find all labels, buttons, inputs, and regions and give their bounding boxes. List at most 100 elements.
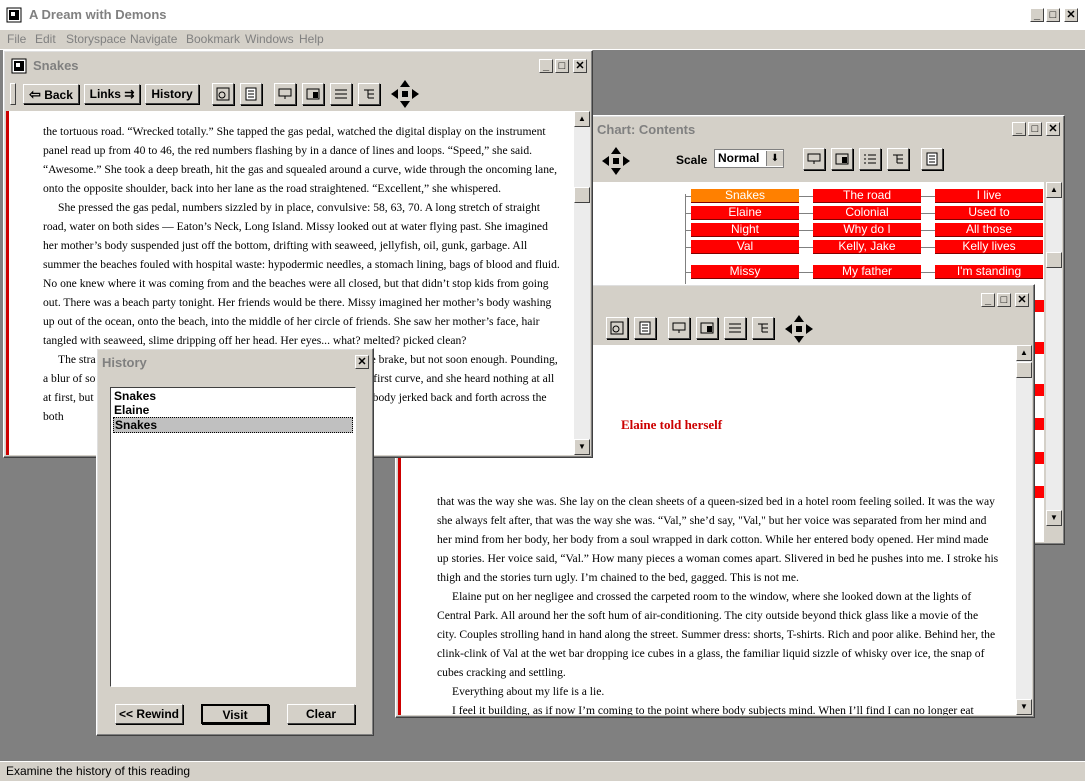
scroll-up-arrow-icon[interactable]: ▲ <box>574 111 590 127</box>
history-list-item[interactable]: Snakes <box>113 389 353 403</box>
chart-minimize-button[interactable]: _ <box>1012 122 1026 136</box>
elaine-close-button[interactable]: ✕ <box>1015 293 1029 307</box>
menu-storyspace[interactable]: Storyspace <box>66 32 126 46</box>
chart-close-button[interactable]: ✕ <box>1046 122 1060 136</box>
chart-maximize-button[interactable]: □ <box>1028 122 1042 136</box>
chart-node[interactable]: Elaine <box>691 206 799 220</box>
chart-node[interactable]: The road <box>813 189 921 203</box>
chart-link-line <box>799 247 813 248</box>
app-maximize-button[interactable]: □ <box>1046 8 1060 22</box>
chart-outline-view-icon[interactable] <box>859 148 881 170</box>
snakes-grid-view-icon[interactable] <box>302 83 324 105</box>
snakes-scrollbar[interactable]: ▲ ▼ <box>574 111 590 455</box>
chart-node[interactable]: Colonial <box>813 206 921 220</box>
menu-windows[interactable]: Windows <box>245 32 294 46</box>
chart-link-line <box>921 272 935 273</box>
hidden-node-edge <box>1034 300 1044 312</box>
app-minimize-button[interactable]: _ <box>1030 8 1044 22</box>
chart-link-line <box>799 213 813 214</box>
scale-select[interactable]: Normal ⬇ <box>714 149 784 168</box>
rewind-button[interactable]: << Rewind <box>115 704 183 724</box>
elaine-tree-view-icon[interactable] <box>752 317 774 339</box>
app-icon[interactable] <box>6 7 22 23</box>
elaine-minimize-button[interactable]: _ <box>981 293 995 307</box>
snakes-maximize-button[interactable]: □ <box>555 59 569 73</box>
menu-navigate[interactable]: Navigate <box>130 32 177 46</box>
snakes-minimize-button[interactable]: _ <box>539 59 553 73</box>
scroll-thumb[interactable] <box>1046 252 1062 268</box>
links-button[interactable]: Links ⇉ <box>84 84 140 104</box>
chart-link-line <box>921 247 935 248</box>
chart-scrollbar[interactable]: ▲ ▼ <box>1046 182 1062 526</box>
chart-title-bar: Chart: Contents _ □ ✕ <box>593 118 1062 140</box>
history-button[interactable]: History <box>145 84 199 104</box>
snakes-pan-arrows-icon[interactable] <box>390 79 420 109</box>
scroll-down-arrow-icon[interactable]: ▼ <box>574 439 590 455</box>
elaine-page-view-icon[interactable] <box>634 317 656 339</box>
history-close-button[interactable]: ✕ <box>355 355 369 369</box>
elaine-pan-arrows-icon[interactable] <box>784 314 814 344</box>
scroll-thumb[interactable] <box>574 187 590 203</box>
toolbar-grip[interactable] <box>10 83 16 105</box>
elaine-heading: Elaine told herself <box>621 417 723 432</box>
chart-node[interactable]: Val <box>691 240 799 254</box>
chevron-down-icon[interactable]: ⬇ <box>766 151 783 166</box>
scale-select-value: Normal <box>718 151 760 165</box>
elaine-paragraph: I feel it building, as if now I’m coming… <box>452 704 974 715</box>
chart-link-line <box>685 213 691 214</box>
elaine-maximize-button[interactable]: □ <box>997 293 1011 307</box>
chart-node[interactable]: Snakes <box>691 189 799 203</box>
scroll-down-arrow-icon[interactable]: ▼ <box>1016 699 1032 715</box>
chart-node[interactable]: All those <box>935 223 1043 237</box>
chart-pan-arrows-icon[interactable] <box>601 146 631 176</box>
scroll-up-arrow-icon[interactable]: ▲ <box>1046 182 1062 198</box>
scroll-up-arrow-icon[interactable]: ▲ <box>1016 345 1032 361</box>
snakes-title: Snakes <box>33 58 79 73</box>
back-button[interactable]: ⇦ Back <box>23 84 79 104</box>
chart-node[interactable]: My father <box>813 265 921 279</box>
snakes-outline-view-icon[interactable] <box>330 83 352 105</box>
elaine-map-view-icon[interactable] <box>668 317 690 339</box>
chart-tree-view-icon[interactable] <box>887 148 909 170</box>
snakes-page-view-icon[interactable] <box>240 83 262 105</box>
scroll-thumb[interactable] <box>1016 362 1032 378</box>
rewind-button-label: << Rewind <box>118 707 180 721</box>
status-bar: Examine the history of this reading <box>0 761 1085 781</box>
snakes-map-view-icon[interactable] <box>274 83 296 105</box>
elaine-grid-view-icon[interactable] <box>696 317 718 339</box>
chart-grid-view-icon[interactable] <box>831 148 853 170</box>
menu-help[interactable]: Help <box>299 32 324 46</box>
snakes-tree-view-icon[interactable] <box>358 83 380 105</box>
snakes-paragraph: the tortuous road. “Wrecked totally.” Sh… <box>43 125 558 195</box>
elaine-outline-view-icon[interactable] <box>724 317 746 339</box>
chart-node[interactable]: Kelly lives <box>935 240 1043 254</box>
chart-toolbar: Scale Normal ⬇ <box>593 142 1062 180</box>
chart-link-line <box>685 196 691 197</box>
clear-button[interactable]: Clear <box>287 704 355 724</box>
menu-bookmark[interactable]: Bookmark <box>186 32 240 46</box>
chart-node[interactable]: I live <box>935 189 1043 203</box>
chart-node[interactable]: Night <box>691 223 799 237</box>
snakes-close-button[interactable]: ✕ <box>573 59 587 73</box>
app-close-button[interactable]: ✕ <box>1064 8 1078 22</box>
history-list[interactable]: Snakes Elaine Snakes <box>110 387 356 687</box>
visit-button[interactable]: Visit <box>201 704 269 724</box>
chart-node[interactable]: Kelly, Jake <box>813 240 921 254</box>
history-list-item[interactable]: Snakes <box>113 417 353 433</box>
chart-node[interactable]: Missy <box>691 265 799 279</box>
menu-edit[interactable]: Edit <box>35 32 56 46</box>
history-list-item[interactable]: Elaine <box>113 403 353 417</box>
snakes-paragraph: She pressed the gas pedal, numbers sizzl… <box>43 201 560 347</box>
snakes-window-icon[interactable] <box>11 58 27 74</box>
history-title: History <box>102 355 147 370</box>
elaine-scrollbar[interactable]: ▲ ▼ <box>1016 345 1032 715</box>
scroll-down-arrow-icon[interactable]: ▼ <box>1046 510 1062 526</box>
chart-text-view-icon[interactable] <box>921 148 943 170</box>
chart-map-view-icon[interactable] <box>803 148 825 170</box>
chart-node[interactable]: Why do I <box>813 223 921 237</box>
chart-node[interactable]: Used to <box>935 206 1043 220</box>
elaine-chart-view-icon[interactable] <box>606 317 628 339</box>
menu-file[interactable]: File <box>7 32 26 46</box>
chart-node[interactable]: I'm standing <box>935 265 1043 279</box>
snakes-chart-view-icon[interactable] <box>212 83 234 105</box>
